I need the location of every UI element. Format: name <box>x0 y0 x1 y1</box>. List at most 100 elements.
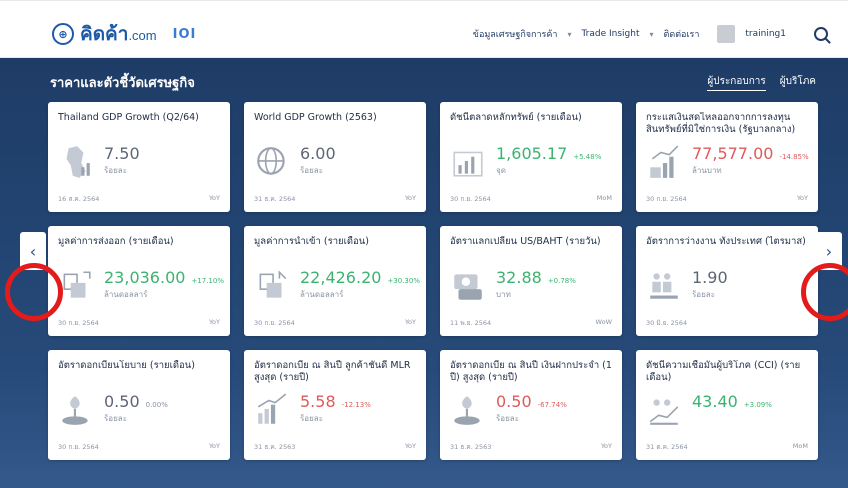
card-value: 32.88 <box>496 268 542 287</box>
card-value-row: 77,577.00 -14.85% <box>692 144 809 163</box>
indicator-card[interactable]: อัตราดอกเบี้ย ณ สิ้นปี ลูกค้าชั้นดี MLR … <box>244 350 426 460</box>
card-value: 0.50 <box>496 392 532 411</box>
card-date: 16 ส.ค. 2564 <box>58 195 100 203</box>
people-growth-icon <box>646 392 682 428</box>
card-unit: ร้อยละ <box>496 414 519 423</box>
chevron-down-icon: ▾ <box>567 29 572 39</box>
card-value-row: 1.90 <box>692 268 734 287</box>
indicator-card[interactable]: อัตราการว่างงาน ทั้งประเทศ (ไตรมาส) 1.90 ร… <box>636 226 818 336</box>
card-change: 0.00% <box>145 401 168 409</box>
indicator-card[interactable]: กระแสเงินสดไหลออกจากการลงทุนสินทรัพย์ที่… <box>636 102 818 212</box>
card-date: 11 พ.ย. 2564 <box>450 319 492 327</box>
card-date: 30 ก.ย. 2564 <box>254 319 295 327</box>
card-value-row: 43.40 +3.09% <box>692 392 772 411</box>
logo-icon: ⊕ <box>52 23 74 45</box>
card-change: +30.30% <box>387 277 420 285</box>
indicator-card[interactable]: อัตราดอกเบี้ย ณ สิ้นปี เงินฝากประจำ (1 ป… <box>440 350 622 460</box>
card-date: 31 ธ.ค. 2563 <box>254 443 296 451</box>
export-icon <box>58 268 94 304</box>
card-footer: 31 ธ.ค. 2563 YoY <box>450 442 612 452</box>
card-unit: ร้อยละ <box>104 414 127 423</box>
avatar[interactable] <box>717 25 736 43</box>
card-period: YoY <box>208 318 220 326</box>
card-footer: 31 ธ.ค. 2564 YoY <box>254 194 416 204</box>
card-period: MoM <box>596 194 612 202</box>
money-growth-icon <box>646 144 682 180</box>
card-value-row: 0.50 0.00% <box>104 392 168 411</box>
nav-trade-insight[interactable]: Trade Insight <box>581 29 639 39</box>
card-title: อัตราการว่างงาน ทั้งประเทศ (ไตรมาส) <box>646 236 806 247</box>
card-value: 77,577.00 <box>692 144 774 163</box>
site-header: ⊕ คิดค้า.com IOI ข้อมูลเศรษฐกิจการค้า ▾ … <box>0 0 848 58</box>
card-change: +0.78% <box>547 277 576 285</box>
indicator-card[interactable]: อัตราแลกเปลี่ยน US/BAHT (รายวัน) 32.88 +0.… <box>440 226 622 336</box>
card-date: 30 ก.ย. 2564 <box>450 195 491 203</box>
import-icon <box>254 268 290 304</box>
chart-icon <box>450 144 486 180</box>
card-period: YoY <box>404 318 416 326</box>
indicator-card[interactable]: อัตราดอกเบี้ยนโยบาย (รายเดือน) 0.50 0.00% ร… <box>48 350 230 460</box>
card-period: WoW <box>595 318 612 326</box>
card-period: YoY <box>404 194 416 202</box>
card-change: +17.10% <box>191 277 224 285</box>
card-period: YoY <box>796 194 808 202</box>
indicator-card[interactable]: ดัชนีตลาดหลักทรัพย์ (รายเดือน) 1,605.17 +5… <box>440 102 622 212</box>
card-title: ดัชนีตลาดหลักทรัพย์ (รายเดือน) <box>450 112 582 123</box>
logo-text: คิดค้า.com <box>80 24 157 45</box>
indicator-card[interactable]: มูลค่าการนำเข้า (รายเดือน) 22,426.20 +30.3… <box>244 226 426 336</box>
card-unit: ล้านบาท <box>692 166 722 175</box>
card-unit: จุด <box>496 166 506 175</box>
card-footer: 31 ธ.ค. 2563 YoY <box>254 442 416 452</box>
card-date: 31 ธ.ค. 2563 <box>450 443 492 451</box>
tab-consumer[interactable]: ผู้บริโภค <box>780 74 816 91</box>
card-footer: 16 ส.ค. 2564 YoY <box>58 194 220 204</box>
main-nav: ข้อมูลเศรษฐกิจการค้า ▾ Trade Insight ▾ ต… <box>473 25 828 43</box>
logo[interactable]: ⊕ คิดค้า.com IOI <box>52 19 196 49</box>
card-period: YoY <box>600 442 612 450</box>
indicator-card[interactable]: มูลค่าการส่งออก (รายเดือน) 23,036.00 +17.1… <box>48 226 230 336</box>
tab-business[interactable]: ผู้ประกอบการ <box>707 74 766 91</box>
card-value-row: 22,426.20 +30.30% <box>300 268 420 287</box>
card-change: +3.09% <box>743 401 772 409</box>
card-unit: ร้อยละ <box>300 166 323 175</box>
card-value-row: 32.88 +0.78% <box>496 268 576 287</box>
globe-icon <box>254 144 290 180</box>
exchange-icon <box>450 268 486 304</box>
card-value: 1,605.17 <box>496 144 568 163</box>
nav-economic-data[interactable]: ข้อมูลเศรษฐกิจการค้า <box>473 27 558 41</box>
card-change: -67.74% <box>537 401 567 409</box>
card-date: 30 ก.ย. 2564 <box>58 319 99 327</box>
card-unit: ล้านดอลลาร์ <box>300 290 344 299</box>
card-unit: ร้อยละ <box>104 166 127 175</box>
card-value-row: 7.50 <box>104 144 146 163</box>
card-footer: 31 ต.ค. 2564 MoM <box>646 442 808 452</box>
plant-coin-icon <box>58 392 94 428</box>
indicator-grid: Thailand GDP Growth (Q2/64) 7.50 ร้อยละ 16 … <box>48 102 820 460</box>
card-value: 1.90 <box>692 268 728 287</box>
indicator-card[interactable]: ดัชนีความเชื่อมั่นผู้บริโภค (CCI) (รายเด… <box>636 350 818 460</box>
rate-up-icon <box>254 392 290 428</box>
card-title: กระแสเงินสดไหลออกจากการลงทุนสินทรัพย์ที่… <box>646 112 796 135</box>
partner-logo: IOI <box>172 26 197 42</box>
highlight-ring <box>5 263 63 321</box>
audience-toggle: ผู้ประกอบการ ผู้บริโภค <box>707 74 816 91</box>
card-value: 23,036.00 <box>104 268 186 287</box>
card-title: ดัชนีความเชื่อมั่นผู้บริโภค (CCI) (รายเด… <box>646 360 801 383</box>
search-icon[interactable] <box>814 27 828 41</box>
card-value-row: 1,605.17 +5.48% <box>496 144 601 163</box>
indicator-card[interactable]: World GDP Growth (2563) 6.00 ร้อยละ 31 ธ.ค.… <box>244 102 426 212</box>
card-title: อัตราดอกเบี้ย ณ สิ้นปี เงินฝากประจำ (1 ป… <box>450 360 612 383</box>
card-value: 22,426.20 <box>300 268 382 287</box>
card-value: 7.50 <box>104 144 140 163</box>
nav-contact[interactable]: ติดต่อเรา <box>664 27 700 41</box>
card-unit: ร้อยละ <box>300 414 323 423</box>
section-title: ราคาและตัวชี้วัดเศรษฐกิจ <box>50 76 195 91</box>
card-value: 0.50 <box>104 392 140 411</box>
card-title: อัตราดอกเบี้ย ณ สิ้นปี ลูกค้าชั้นดี MLR … <box>254 360 411 383</box>
indicator-card[interactable]: Thailand GDP Growth (Q2/64) 7.50 ร้อยละ 16 … <box>48 102 230 212</box>
card-title: World GDP Growth (2563) <box>254 112 377 123</box>
plant-coin-icon <box>450 392 486 428</box>
card-date: 31 ต.ค. 2564 <box>646 443 688 451</box>
username[interactable]: training1 <box>745 29 786 39</box>
card-title: มูลค่าการนำเข้า (รายเดือน) <box>254 236 369 247</box>
